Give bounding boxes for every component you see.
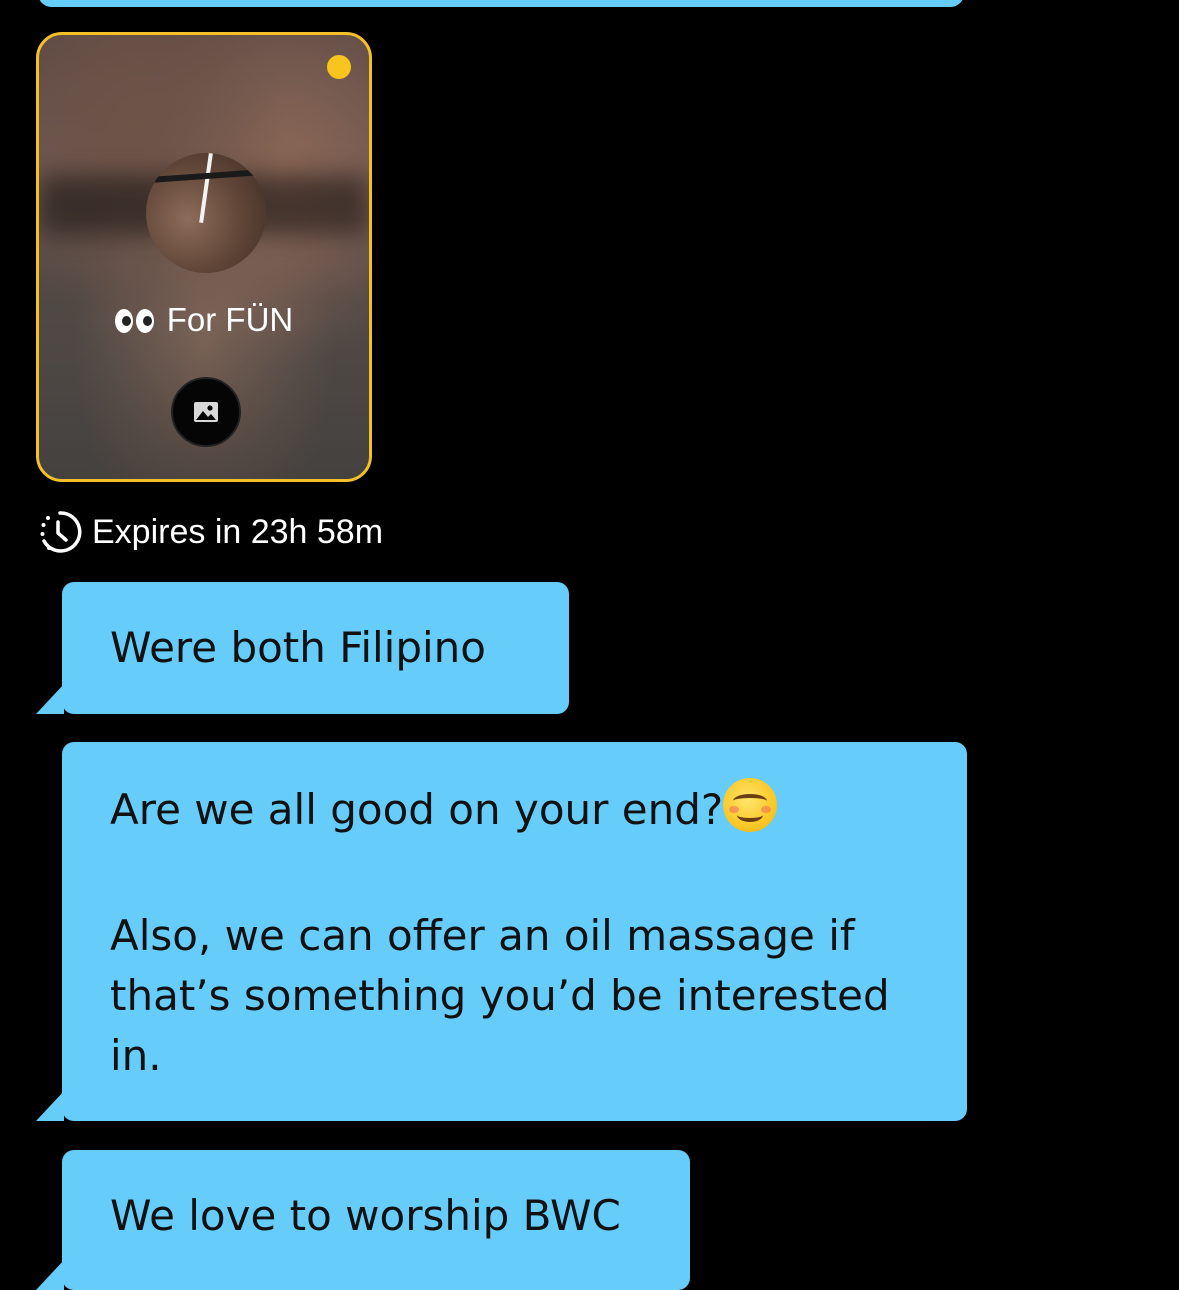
smiling-face-icon [723,778,778,832]
bubble-tail [36,1091,64,1121]
message-text: We love to worship BWC [110,1191,621,1240]
message-bubble[interactable]: Were both Filipino [36,582,569,714]
eyes-emoji-icon [114,303,157,341]
message-line: in. [110,1031,162,1080]
expiry-notice: Expires in 23h 58m [38,510,383,554]
unread-indicator [327,55,351,79]
message-line: Are we all good on your end? [110,778,919,840]
shared-album-card[interactable]: For FÜN [36,32,372,482]
bubble-tail [36,684,64,714]
expiry-text: Expires in 23h 58m [92,512,384,551]
message-bubble[interactable]: We love to worship BWC [36,1150,690,1290]
message-line: Also, we can offer an oil massage if [110,911,855,960]
view-album-button[interactable] [171,377,241,447]
message-text: Are we all good on your end? [110,785,724,834]
album-thumbnail [146,153,266,273]
album-title: For FÜN [39,301,369,341]
album-title-text: For FÜN [166,301,294,338]
previous-message-bubble[interactable] [38,0,964,7]
message-bubble[interactable]: Are we all good on your end? Also, we ca… [36,742,967,1121]
photo-icon [194,402,218,422]
message-line: that’s something you’d be interested [110,971,890,1020]
timer-icon [40,511,82,553]
bubble-tail [36,1260,64,1290]
message-text: Were both Filipino [110,623,486,672]
